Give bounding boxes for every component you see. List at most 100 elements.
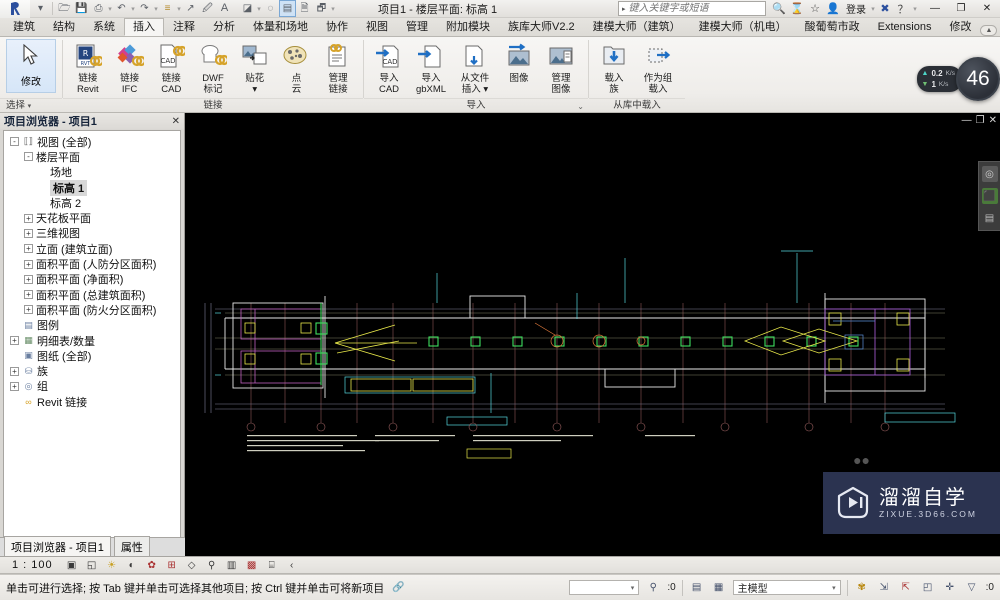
manage-links-button[interactable]: 管理 链接 [317, 40, 359, 95]
filter-icon[interactable]: ▽ [964, 580, 980, 596]
view-close-button[interactable]: ✕ [989, 115, 997, 126]
ribbon-tab-jiegou[interactable]: 结构 [44, 18, 84, 36]
ribbon-tab-fujiamokuai[interactable]: 附加模块 [437, 18, 499, 36]
expand-icon[interactable]: + [10, 366, 19, 376]
expand-icon[interactable]: + [24, 305, 33, 315]
select-pinned-icon[interactable]: ✛ [942, 580, 958, 596]
browser-tree-node[interactable]: 场地 [6, 165, 180, 180]
ribbon-tab-xiezuo[interactable]: 协作 [317, 18, 357, 36]
expand-icon[interactable]: + [24, 244, 33, 254]
browser-tree-node[interactable]: ▤ 图例 [6, 318, 180, 333]
browser-tree-node[interactable]: ∞ Revit 链接 [6, 394, 180, 409]
revit-logo-button[interactable] [0, 0, 30, 18]
expand-icon[interactable]: + [24, 259, 33, 269]
modify-button[interactable]: 修改 [6, 39, 56, 93]
temporary-hide-isolate-icon[interactable]: ▥ [225, 558, 239, 572]
subscription-center-icon[interactable]: ⌛ [788, 0, 806, 18]
chevron-down-icon-2[interactable]: ▾ [826, 584, 836, 592]
signin-label[interactable]: 登录 [842, 1, 870, 16]
project-browser-tree[interactable]: - ⟦⟧ 视图 (全部) - 楼层平面 场地 标高 1 标高 2 + 天花板平面 + 三维视图 + 立面 … [3, 130, 181, 555]
ribbon-tab-jianmo-jianzhu[interactable]: 建模大师（建筑） [584, 18, 690, 36]
design-option-select[interactable]: 主模型 ▾ [732, 580, 841, 595]
minimize-button[interactable]: — [922, 0, 948, 18]
expand-icon[interactable]: + [24, 274, 33, 284]
worksharing-display-icon[interactable]: ⌸ [265, 558, 279, 572]
select-links-icon[interactable]: ◰ [920, 580, 936, 596]
ribbon-tab-shitu[interactable]: 视图 [357, 18, 397, 36]
close-button[interactable]: ✕ [974, 0, 1000, 18]
expand-icon[interactable]: + [24, 290, 33, 300]
redo-icon[interactable]: ↷ [136, 0, 153, 17]
editing-request-icon[interactable]: ⚲ [645, 580, 661, 596]
list-icon[interactable]: ▤ [982, 210, 998, 226]
unlock-3d-view-icon[interactable]: ⚲ [205, 558, 219, 572]
link-cad-button[interactable]: CAD 链接 CAD [150, 40, 192, 95]
view-minimize-button[interactable]: — [962, 115, 972, 126]
camera-icon[interactable]: ◎ [981, 166, 998, 182]
image-button[interactable]: 图像 [498, 40, 540, 84]
ribbon-tab-jianmo-jidian[interactable]: 建模大师（机电） [690, 18, 796, 36]
ribbon-tab-extensions[interactable]: Extensions [869, 18, 941, 36]
undo-icon[interactable]: ↶ [113, 0, 130, 17]
browser-tree-node[interactable]: - ⟦⟧ 视图 (全部) [6, 134, 180, 149]
sync-icon[interactable]: 🗎 [296, 0, 313, 17]
text-icon[interactable]: A [216, 0, 233, 17]
aligned-dimension-icon[interactable]: ↗ [182, 0, 199, 17]
ribbon-tab-xiugai[interactable]: 修改 [940, 18, 980, 36]
browser-tree-node[interactable]: + 面积平面 (人防分区面积) [6, 256, 180, 271]
expand-viewbar-icon[interactable]: ‹ [285, 558, 299, 572]
ribbon-tab-zhushi[interactable]: 注释 [164, 18, 204, 36]
link-revit-button[interactable]: R RVT 链接 Revit [67, 40, 109, 95]
design-options-icon[interactable]: ▤ [689, 580, 705, 596]
render-dialog-icon[interactable]: ✿ [145, 558, 159, 572]
browser-tree-node[interactable]: + ◎ 组 [6, 379, 180, 394]
browser-tree-node[interactable]: 标高 1 [6, 179, 180, 196]
search-dropdown-icon[interactable]: ▸ [619, 5, 629, 13]
print-icon[interactable]: ⎙ [90, 0, 107, 17]
network-speed-widget[interactable]: ▲ 0.2 K/s ▼ 1 K/s 46 [916, 56, 1000, 102]
view-scale[interactable]: 1 : 100 [12, 559, 53, 571]
editing-requests-filter-icon[interactable]: ⇱ [898, 580, 914, 596]
ribbon-tab-guanli[interactable]: 管理 [397, 18, 437, 36]
design-options-filter-icon[interactable]: ⇲ [876, 580, 892, 596]
load-as-group-button[interactable]: 作为组 载入 [635, 40, 681, 95]
point-cloud-button[interactable]: 点 云 [276, 40, 318, 95]
ribbon-tab-suanputao[interactable]: 酸葡萄市政 [796, 18, 869, 36]
canvas-side-toolbar[interactable]: ◎ ⬛ ▤ [978, 161, 1000, 231]
browser-tree-node[interactable]: + 立面 (建筑立面) [6, 241, 180, 256]
expand-icon[interactable]: + [10, 381, 19, 391]
qat-caret-icon[interactable]: ▾ [32, 0, 49, 17]
ribbon-tab-xitong[interactable]: 系统 [84, 18, 124, 36]
search-input[interactable] [628, 2, 747, 15]
browser-tab-project-browser[interactable]: 项目浏览器 - 项目1 [4, 536, 111, 558]
section-icon[interactable]: ◪ [239, 0, 256, 17]
help-caret-icon[interactable]: ▾ [912, 5, 918, 13]
worksets-select[interactable]: ▾ [569, 580, 640, 595]
import-cad-button[interactable]: CAD 导入 CAD [368, 40, 410, 95]
browser-tab-properties[interactable]: 属性 [113, 536, 150, 558]
help-icon[interactable]: ？ [894, 0, 912, 18]
browser-tree-node[interactable]: 标高 2 [6, 195, 180, 210]
switch-windows-icon[interactable]: 🗗 [313, 0, 330, 17]
reveal-hidden-elements-icon[interactable]: ▩ [245, 558, 259, 572]
worksets-filter-icon[interactable]: ✾ [854, 580, 870, 596]
expand-icon[interactable]: + [10, 336, 19, 345]
show-crop-region-icon[interactable]: ◇ [185, 558, 199, 572]
crop-view-icon[interactable]: ⊞ [165, 558, 179, 572]
green-tag-icon[interactable]: ⬛ [981, 188, 998, 204]
ribbon-tab-fenxi[interactable]: 分析 [204, 18, 244, 36]
collapse-icon[interactable]: - [10, 137, 19, 147]
ribbon-tab-charu[interactable]: 插入 [124, 18, 164, 36]
browser-tree-node[interactable]: + 三维视图 [6, 226, 180, 241]
browser-tree-node[interactable]: - 楼层平面 [6, 149, 180, 164]
browser-tree-node[interactable]: + 天花板平面 [6, 210, 180, 225]
open-icon[interactable]: 🗁 [56, 0, 73, 17]
shadows-icon[interactable]: ◐ [125, 558, 139, 572]
expand-icon[interactable]: + [24, 228, 33, 238]
close-hidden-windows-icon[interactable]: ▤ [279, 0, 296, 17]
browser-tree-node[interactable]: + ▦ 明细表/数量 [6, 333, 180, 348]
browser-tree-node[interactable]: + 面积平面 (防火分区面积) [6, 302, 180, 317]
infocenter-search[interactable]: ▸ [618, 1, 766, 16]
collapse-icon[interactable]: - [24, 152, 33, 162]
account-icon[interactable]: 👤 [824, 0, 842, 18]
